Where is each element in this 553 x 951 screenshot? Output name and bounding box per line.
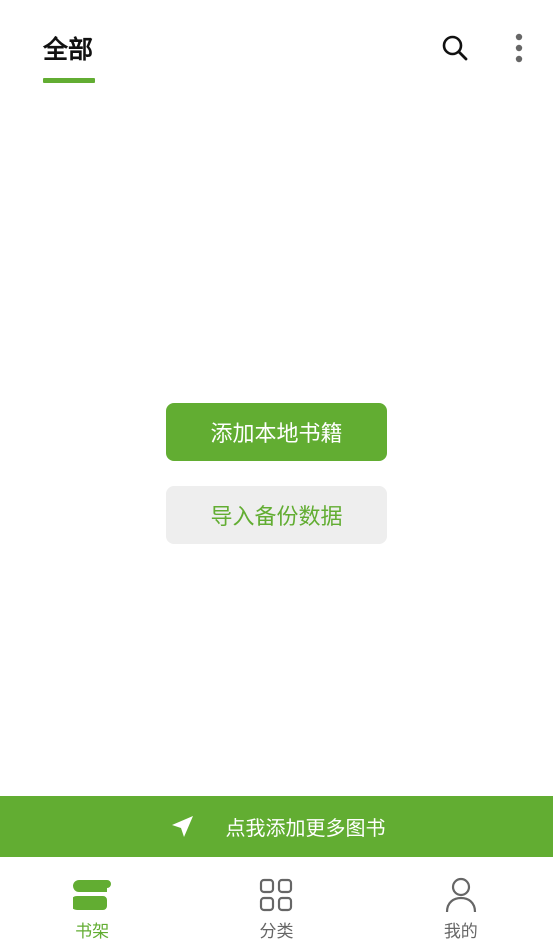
promo-text: 点我添加更多图书 bbox=[225, 816, 386, 840]
more-options-button[interactable] bbox=[504, 30, 534, 66]
grid-icon bbox=[257, 877, 295, 913]
search-icon bbox=[442, 35, 468, 61]
search-button[interactable] bbox=[437, 30, 473, 66]
nav-item-categories[interactable]: 分类 bbox=[184, 857, 368, 951]
person-icon bbox=[442, 877, 480, 913]
bottom-nav: 书架 分类 我的 bbox=[0, 857, 553, 951]
nav-item-profile[interactable]: 我的 bbox=[369, 857, 553, 951]
import-backup-button[interactable]: 导入备份数据 bbox=[166, 486, 387, 544]
top-bar: 全部 bbox=[0, 0, 553, 90]
nav-label-bookshelf: 书架 bbox=[75, 922, 110, 942]
more-vertical-icon bbox=[515, 33, 523, 63]
nav-item-bookshelf[interactable]: 书架 bbox=[0, 857, 184, 951]
navigation-arrow-icon bbox=[168, 813, 196, 841]
add-more-books-banner[interactable]: 点我添加更多图书 bbox=[0, 796, 553, 857]
bookshelf-icon bbox=[73, 877, 112, 913]
nav-label-categories: 分类 bbox=[259, 922, 294, 942]
tab-all[interactable]: 全部 bbox=[43, 30, 93, 66]
add-local-books-button[interactable]: 添加本地书籍 bbox=[166, 403, 387, 461]
nav-label-profile: 我的 bbox=[443, 922, 478, 942]
tab-active-indicator bbox=[43, 78, 95, 83]
